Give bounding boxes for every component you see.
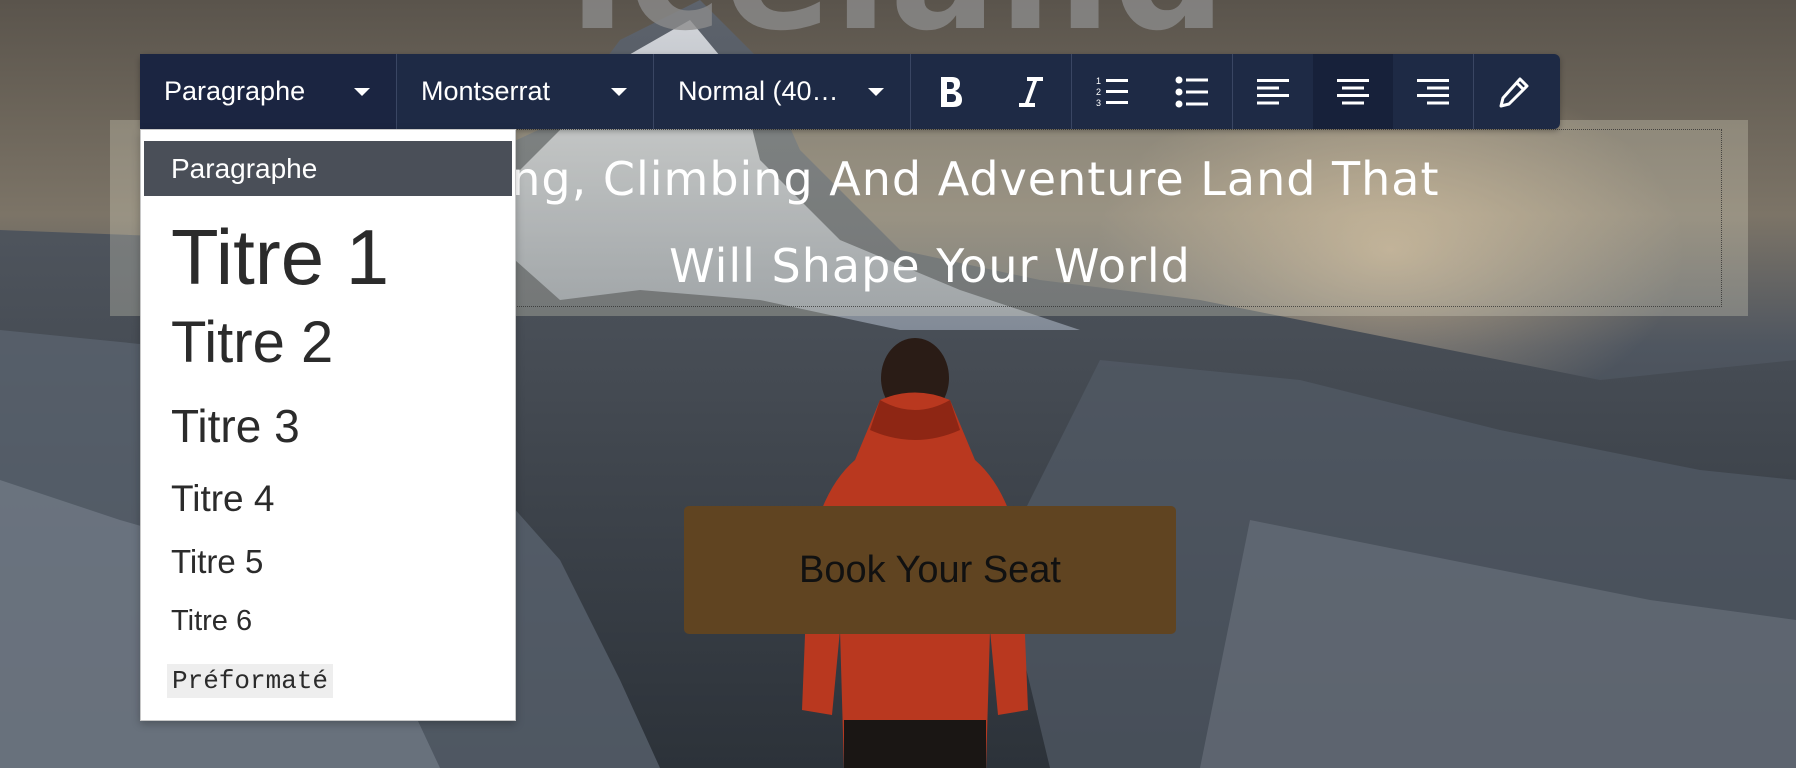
menu-option-heading-4[interactable]: Titre 4 — [171, 476, 274, 522]
unordered-list-icon — [1175, 76, 1208, 107]
svg-text:1: 1 — [1096, 76, 1101, 86]
unordered-list-button[interactable] — [1152, 54, 1232, 129]
menu-option-heading-2[interactable]: Titre 2 — [171, 308, 333, 378]
edit-group — [1474, 54, 1554, 129]
book-seat-button[interactable]: Book Your Seat — [684, 506, 1176, 634]
align-center-icon — [1337, 78, 1369, 104]
menu-option-heading-5[interactable]: Titre 5 — [171, 541, 263, 583]
ordered-list-button[interactable]: 1 2 3 — [1072, 54, 1152, 129]
edit-button[interactable] — [1474, 54, 1554, 129]
list-group: 1 2 3 — [1072, 54, 1233, 129]
font-family-select[interactable]: Montserrat — [397, 54, 654, 129]
font-weight-select[interactable]: Normal (40… — [654, 54, 911, 129]
text-editor-toolbar: Paragraphe Montserrat Normal (40… 1 2 3 — [140, 54, 1560, 129]
svg-text:2: 2 — [1096, 87, 1101, 97]
ordered-list-icon: 1 2 3 — [1096, 76, 1128, 108]
bold-icon — [941, 76, 962, 107]
chevron-down-icon — [611, 87, 627, 96]
chevron-down-icon — [354, 87, 370, 96]
menu-option-heading-3[interactable]: Titre 3 — [171, 398, 300, 454]
font-weight-value: Normal (40… — [678, 76, 839, 106]
align-right-button[interactable] — [1393, 54, 1473, 129]
bold-button[interactable] — [911, 54, 991, 129]
block-format-value: Paragraphe — [164, 76, 306, 106]
font-family-value: Montserrat — [421, 76, 551, 106]
alignment-group — [1233, 54, 1474, 129]
svg-text:3: 3 — [1096, 98, 1101, 108]
italic-icon — [1019, 76, 1043, 107]
menu-option-heading-6[interactable]: Titre 6 — [171, 602, 252, 640]
pencil-icon — [1499, 77, 1529, 107]
menu-option-heading-1[interactable]: Titre 1 — [171, 212, 389, 302]
chevron-down-icon — [868, 87, 884, 96]
align-left-button[interactable] — [1233, 54, 1313, 129]
block-format-select[interactable]: Paragraphe — [140, 54, 397, 129]
align-right-icon — [1417, 78, 1449, 104]
text-style-group — [911, 54, 1072, 129]
menu-option-preformatted[interactable]: Préformaté — [167, 664, 334, 698]
align-left-icon — [1257, 78, 1289, 104]
block-format-menu: Paragraphe Titre 1 Titre 2 Titre 3 Titre… — [140, 129, 516, 721]
align-center-button[interactable] — [1313, 54, 1393, 129]
italic-button[interactable] — [991, 54, 1071, 129]
menu-option-paragraph[interactable]: Paragraphe — [144, 141, 512, 196]
